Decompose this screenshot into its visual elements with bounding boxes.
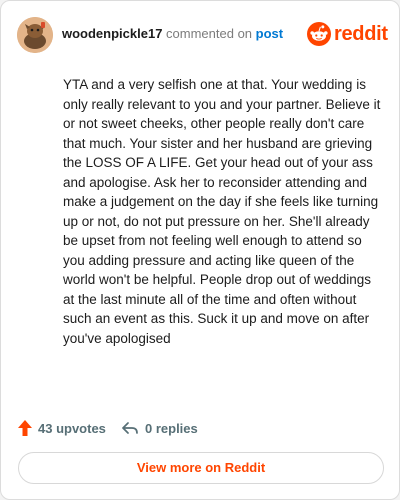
avatar-icon <box>17 17 53 53</box>
reply-arrow-icon <box>122 422 138 434</box>
comment-card: woodenpickle17 commented on post reddit … <box>0 0 400 500</box>
avatar[interactable] <box>17 17 53 53</box>
comment-meta: woodenpickle17 commented on post <box>62 26 283 42</box>
reply-count: 0 replies <box>145 420 198 436</box>
upvote-control[interactable]: 43 upvotes <box>17 417 106 439</box>
replies-control[interactable]: 0 replies <box>121 417 198 439</box>
reddit-brand[interactable]: reddit <box>307 22 388 48</box>
reddit-logo-icon <box>307 22 331 46</box>
upvote-count: 43 upvotes <box>38 420 106 436</box>
username-link[interactable]: woodenpickle17 <box>62 26 162 41</box>
action-text: commented on <box>166 26 253 41</box>
upvote-arrow-icon[interactable] <box>17 419 33 437</box>
comment-actions: 43 upvotes 0 replies <box>17 417 383 439</box>
comment-header: woodenpickle17 commented on post reddit <box>17 17 388 53</box>
brand-wordmark: reddit <box>334 23 388 45</box>
view-more-button[interactable]: View more on Reddit <box>18 452 384 484</box>
post-link[interactable]: post <box>256 26 283 41</box>
comment-body: YTA and a very selfish one at that. Your… <box>63 77 381 346</box>
